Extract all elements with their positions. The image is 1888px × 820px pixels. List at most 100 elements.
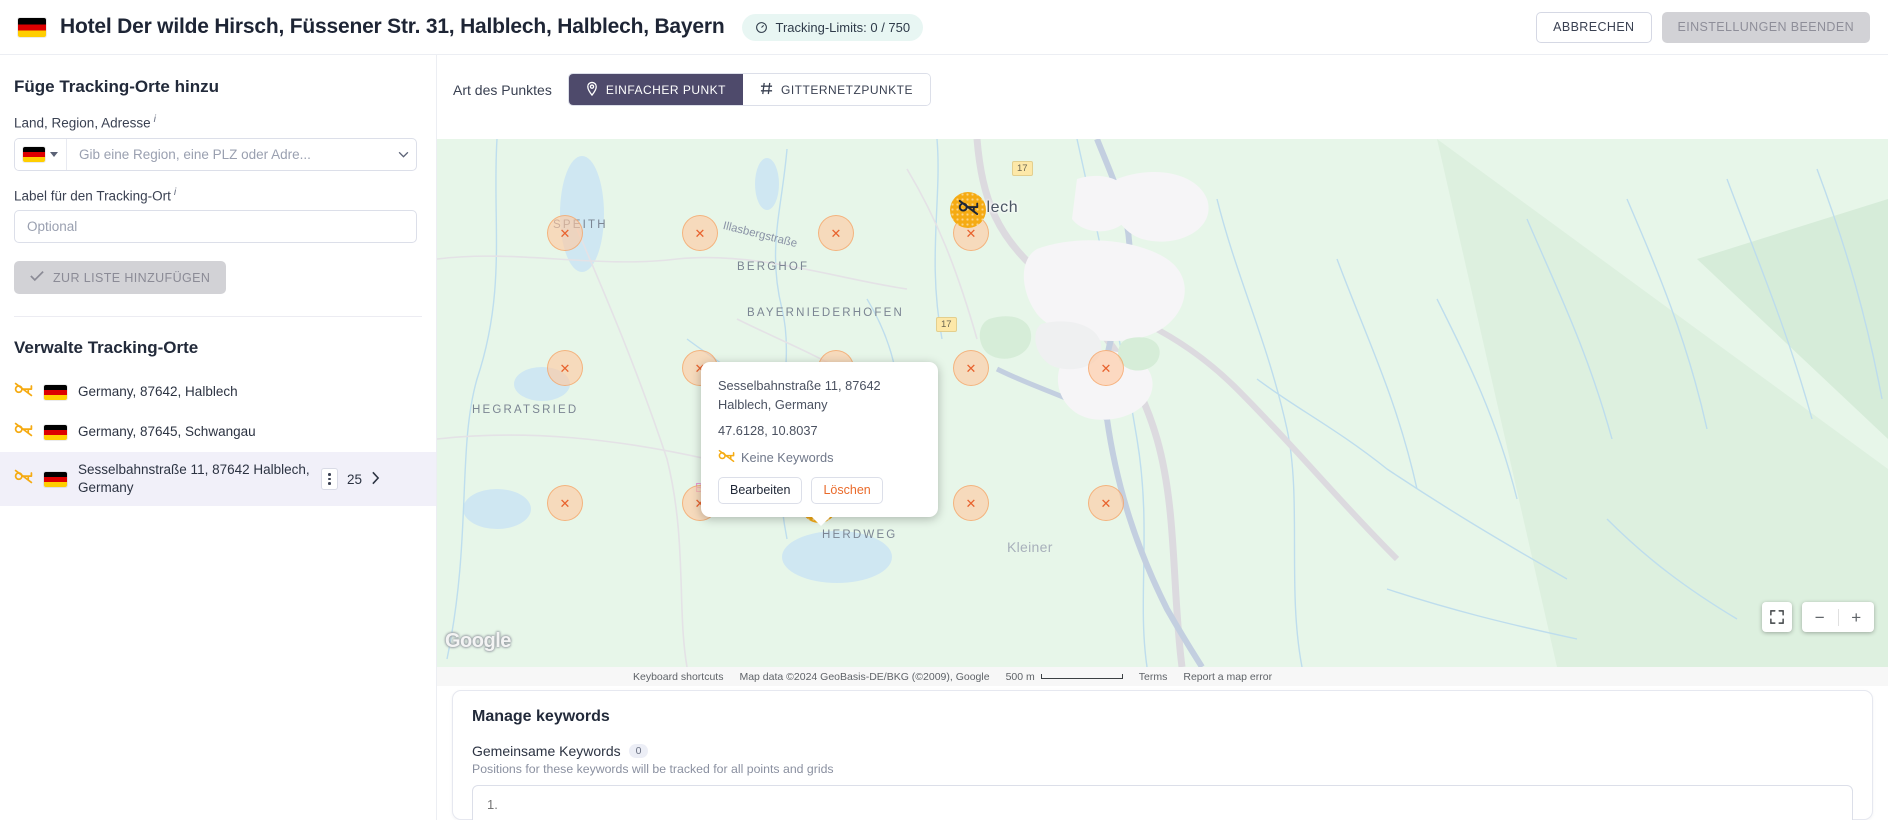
map-x-marker[interactable]: ✕	[547, 485, 583, 521]
map-x-marker[interactable]: ✕	[682, 215, 718, 251]
map-canvas[interactable]: Google SPEITH BERGHOF BAYERNIEDERHOFEN H…	[437, 139, 1888, 667]
info-window-buttons: Bearbeiten Löschen	[718, 476, 921, 504]
gauge-icon	[755, 21, 768, 34]
map-scale-label: 500 m	[1005, 670, 1035, 683]
road-shield-icon: 17	[1012, 161, 1033, 177]
country-select[interactable]	[15, 138, 67, 170]
map-place-label: BERGHOF	[737, 261, 810, 273]
list-item-label: Germany, 87645, Schwangau	[78, 423, 256, 439]
shared-keywords-label: Gemeinsame Keywords	[472, 743, 621, 759]
map-scale-bar	[1040, 674, 1123, 679]
grid-hash-icon	[760, 82, 773, 98]
report-map-error-link[interactable]: Report a map error	[1183, 671, 1272, 683]
info-window-coords: 47.6128, 10.8037	[718, 423, 818, 439]
point-type-tabs: EINFACHER PUNKT GITTERNETZPUNKTE	[567, 73, 932, 106]
shared-keywords-hint: Positions for these keywords will be tra…	[472, 762, 834, 776]
keyword-off-icon	[14, 422, 33, 442]
tab-grid-points-label: GITTERNETZPUNKTE	[781, 82, 914, 97]
point-type-label: Art des Punktes	[453, 81, 552, 98]
info-window-keywords-text: Keine Keywords	[741, 449, 834, 465]
keyword-off-marker-icon	[958, 199, 979, 221]
fullscreen-icon[interactable]	[1762, 602, 1792, 632]
keyword-off-icon	[14, 382, 33, 402]
list-item[interactable]: Germany, 87642, Halblech	[0, 372, 436, 412]
map-x-marker[interactable]: ✕	[547, 350, 583, 386]
sidebar: Füge Tracking-Orte hinzu Land, Region, A…	[0, 55, 437, 820]
road-shield-icon: 17	[936, 317, 957, 333]
point-type-bar: Art des Punktes EINFACHER PUNKT GITTERNE…	[437, 55, 1888, 119]
tracking-label-field-label: Label für den Tracking-Ort i	[14, 186, 422, 204]
add-location-section: Füge Tracking-Orte hinzu Land, Region, A…	[0, 55, 436, 317]
page-title: Hotel Der wilde Hirsch, Füssener Str. 31…	[60, 15, 725, 38]
tab-grid-points[interactable]: GITTERNETZPUNKTE	[743, 74, 931, 105]
google-logo: Google	[445, 630, 511, 652]
manage-locations-heading: Verwalte Tracking-Orte	[14, 338, 199, 357]
flag-de-icon	[44, 424, 67, 440]
info-window-keywords: Keine Keywords	[718, 449, 921, 466]
tracking-label-text: Label für den Tracking-Ort	[14, 188, 171, 203]
map-info-window: Sesselbahnstraße 11, 87642 Halblech, Ger…	[701, 362, 938, 526]
zoom-in-button[interactable]: +	[1839, 602, 1875, 632]
map-x-marker[interactable]: ✕	[953, 485, 989, 521]
address-dropdown-toggle[interactable]	[390, 139, 416, 170]
country-field-label: Land, Region, Adresse i	[14, 113, 422, 131]
keyword-off-icon	[14, 469, 33, 489]
map-location-marker[interactable]	[950, 192, 986, 228]
map-attribution-text: Map data ©2024 GeoBasis-DE/BKG (©2009), …	[739, 670, 990, 683]
flag-de-icon	[23, 146, 45, 162]
list-item-label: Sesselbahnstraße 11, 87642 Halblech, Ger…	[78, 462, 310, 496]
add-location-heading: Füge Tracking-Orte hinzu	[14, 77, 219, 96]
zoom-out-button[interactable]: −	[1802, 602, 1838, 632]
list-item-count: 25	[347, 471, 363, 487]
map-place-label: HEGRATSRIED	[472, 404, 579, 416]
app-root: Hotel Der wilde Hirsch, Füssener Str. 31…	[0, 0, 1888, 820]
edit-point-button[interactable]: Bearbeiten	[718, 476, 803, 504]
tab-single-point-label: EINFACHER PUNKT	[605, 82, 727, 97]
shared-keywords-header: Gemeinsame Keywords 0	[472, 743, 1853, 759]
map-place-label: HERDWEG	[822, 529, 898, 541]
tracking-label-input[interactable]	[14, 210, 417, 243]
tracking-label-info-icon[interactable]: i	[174, 186, 176, 198]
map-x-marker[interactable]: ✕	[818, 215, 854, 251]
sidebar-divider	[14, 316, 422, 317]
shared-keywords-textarea[interactable]	[472, 785, 1853, 820]
map-x-marker[interactable]: ✕	[1088, 350, 1124, 386]
map-x-marker[interactable]: ✕	[1088, 485, 1124, 521]
flag-de-icon	[18, 17, 46, 37]
cancel-button[interactable]: ABBRECHEN	[1536, 11, 1652, 43]
country-info-icon[interactable]: i	[154, 113, 156, 125]
manage-keywords-title: Manage keywords	[472, 708, 610, 725]
map-zoom-controls: − +	[1802, 602, 1874, 632]
map-x-marker[interactable]: ✕	[953, 350, 989, 386]
map-pin-icon	[586, 81, 598, 99]
keyword-off-icon	[718, 449, 735, 466]
terms-link[interactable]: Terms	[1139, 671, 1168, 683]
country-label-text: Land, Region, Adresse	[14, 115, 151, 131]
keyboard-shortcuts-link[interactable]: Keyboard shortcuts	[633, 671, 723, 683]
map-x-marker[interactable]: ✕	[547, 215, 583, 251]
more-options-icon[interactable]	[321, 468, 338, 491]
map-place-label: Kleiner	[1007, 539, 1053, 555]
manage-keywords-panel: Manage keywords Gemeinsame Keywords 0 Po…	[452, 690, 1873, 820]
map-scale: 500 m	[1006, 671, 1123, 683]
add-to-list-button[interactable]: ZUR LISTE HINZUFÜGEN	[14, 261, 227, 294]
flag-de-icon	[44, 471, 67, 487]
delete-point-button[interactable]: Löschen	[811, 476, 883, 504]
info-window-address: Sesselbahnstraße 11, 87642 Halblech, Ger…	[718, 378, 881, 412]
tab-single-point[interactable]: EINFACHER PUNKT	[568, 74, 744, 105]
check-icon	[30, 270, 44, 285]
chevron-right-icon[interactable]	[371, 471, 380, 488]
list-item-selected[interactable]: Sesselbahnstraße 11, 87642 Halblech, Ger…	[0, 452, 436, 507]
address-input[interactable]	[67, 138, 390, 170]
map-attribution-bar: Keyboard shortcuts Map data ©2024 GeoBas…	[437, 667, 1888, 686]
map-place-label: BAYERNIEDERHOFEN	[747, 307, 905, 319]
shared-keywords-count: 0	[628, 744, 649, 758]
add-to-list-label: ZUR LISTE HINZUFÜGEN	[53, 270, 211, 285]
tracking-limits-text: Tracking-Limits: 0 / 750	[775, 19, 911, 35]
list-item-actions: 25	[321, 468, 380, 491]
flag-de-icon	[44, 384, 67, 400]
finish-settings-button[interactable]: EINSTELLUNGEN BEENDEN	[1661, 11, 1870, 43]
top-bar: Hotel Der wilde Hirsch, Füssener Str. 31…	[0, 0, 1888, 55]
chevron-down-icon	[50, 151, 58, 157]
list-item[interactable]: Germany, 87645, Schwangau	[0, 412, 436, 452]
